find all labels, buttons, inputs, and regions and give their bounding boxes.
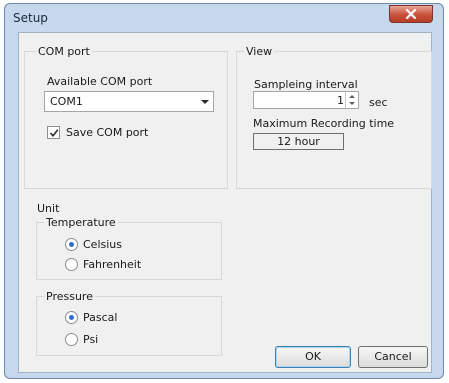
fahrenheit-label: Fahrenheit [83, 258, 142, 271]
cancel-button[interactable]: Cancel [358, 346, 428, 368]
temperature-group-label: Temperature [44, 216, 118, 229]
close-button[interactable] [389, 5, 433, 23]
pressure-group-label: Pressure [44, 290, 95, 303]
max-recording-time-value: 12 hour [253, 133, 344, 150]
psi-label: Psi [83, 333, 99, 346]
close-icon [405, 9, 417, 19]
sampling-interval-unit: sec [369, 96, 388, 109]
radio-celsius[interactable] [65, 238, 78, 251]
checkmark-icon [49, 129, 59, 138]
unit-group-label: Unit [37, 202, 60, 215]
radio-psi[interactable] [65, 333, 78, 346]
chevron-down-icon [201, 100, 209, 104]
com-port-select[interactable]: COM1 [44, 91, 214, 112]
celsius-label: Celsius [83, 238, 122, 251]
pascal-label: Pascal [83, 311, 118, 324]
com-port-group-label: COM port [36, 45, 92, 58]
sampling-interval-spinner[interactable]: 1 [253, 91, 359, 109]
radio-pascal[interactable] [65, 311, 78, 324]
sampling-interval-value: 1 [337, 94, 344, 107]
temperature-group [36, 222, 222, 280]
spin-up-icon[interactable] [349, 95, 355, 98]
radio-fahrenheit[interactable] [65, 258, 78, 271]
dialog-title: Setup [13, 11, 48, 25]
spinner-buttons[interactable] [345, 92, 358, 108]
sampling-interval-label: Sampleing interval [254, 78, 358, 91]
ok-button[interactable]: OK [275, 346, 351, 368]
pressure-group [36, 296, 222, 356]
com-port-value: COM1 [50, 95, 83, 108]
com-port-group [24, 51, 228, 189]
save-com-port-label: Save COM port [66, 126, 149, 139]
save-com-port-checkbox[interactable] [47, 126, 60, 139]
max-recording-time-label: Maximum Recording time [253, 117, 395, 130]
spin-down-icon[interactable] [349, 102, 355, 105]
available-com-port-label: Available COM port [47, 75, 153, 88]
view-group-label: View [244, 45, 275, 58]
